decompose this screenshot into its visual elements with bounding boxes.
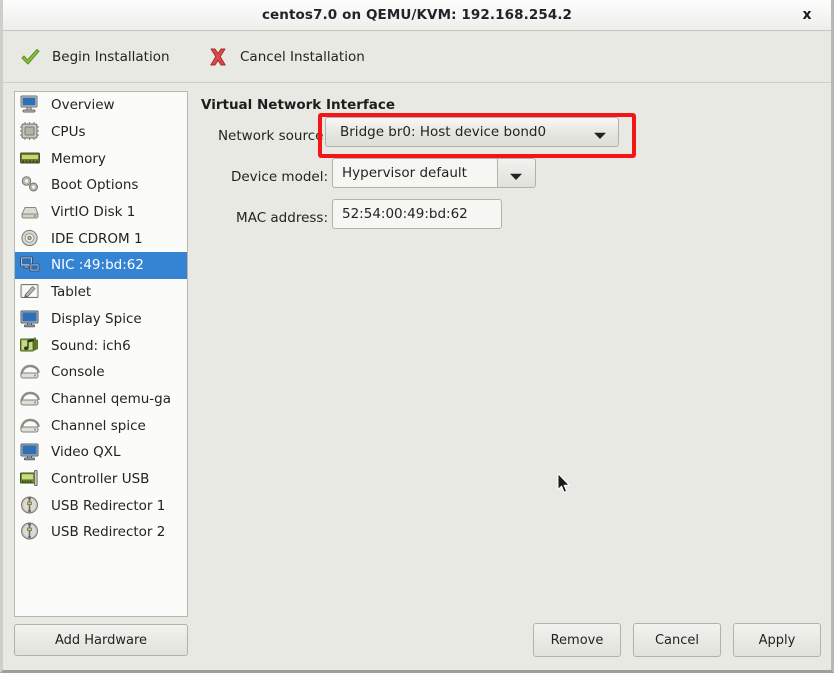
window-title: centos7.0 on QEMU/KVM: 192.168.254.2 xyxy=(261,7,573,23)
device-model-dropdown-button[interactable] xyxy=(498,158,536,188)
x-mark-icon xyxy=(207,46,229,68)
usb-icon xyxy=(19,521,43,543)
mac-address-label: MAC address: xyxy=(236,210,328,226)
sidebar-item-sound-ich6[interactable]: Sound: ich6 xyxy=(15,332,187,359)
sidebar-item-label: Sound: ich6 xyxy=(51,337,131,354)
usb-icon xyxy=(19,495,43,517)
begin-installation-label: Begin Installation xyxy=(52,48,170,65)
sidebar-item-label: NIC :49:bd:62 xyxy=(51,257,144,274)
mac-address-input[interactable]: 52:54:00:49:bd:62 xyxy=(332,199,502,229)
virt-manager-window: centos7.0 on QEMU/KVM: 192.168.254.2 x B… xyxy=(0,0,834,673)
add-hardware-button[interactable]: Add Hardware xyxy=(14,624,188,656)
check-icon xyxy=(19,46,41,68)
sidebar-item-channel-spice[interactable]: Channel spice xyxy=(15,412,187,439)
sidebar-item-label: Console xyxy=(51,364,105,381)
nic-detail-panel: Virtual Network Interface Network source… xyxy=(201,91,827,611)
sidebar-item-label: Channel qemu-ga xyxy=(51,390,172,407)
gears-icon xyxy=(19,174,43,196)
close-icon[interactable]: x xyxy=(789,0,825,30)
sidebar-item-ide-cdrom-1[interactable]: IDE CDROM 1 xyxy=(15,225,187,252)
apply-button[interactable]: Apply xyxy=(733,623,821,657)
sidebar-item-label: Video QXL xyxy=(51,444,121,461)
apply-button-label: Apply xyxy=(758,632,796,648)
cancel-installation-label: Cancel Installation xyxy=(240,48,365,65)
sidebar-item-label: Display Spice xyxy=(51,310,142,327)
sidebar-item-usb-redirector-1[interactable]: USB Redirector 1 xyxy=(15,492,187,519)
sidebar-item-label: USB Redirector 1 xyxy=(51,497,166,514)
network-source-select[interactable]: Bridge br0: Host device bond0 xyxy=(325,117,619,147)
sidebar-item-label: USB Redirector 2 xyxy=(51,524,166,541)
sidebar-item-label: Controller USB xyxy=(51,470,150,487)
network-card-icon xyxy=(19,254,43,276)
sidebar-item-cpus[interactable]: CPUs xyxy=(15,119,187,146)
device-model-value: Hypervisor default xyxy=(342,165,467,181)
memory-icon xyxy=(19,148,43,170)
mac-address-value: 52:54:00:49:bd:62 xyxy=(342,206,468,222)
sidebar-item-nic-49-bd-62[interactable]: NIC :49:bd:62 xyxy=(15,252,187,279)
sidebar-item-label: IDE CDROM 1 xyxy=(51,230,143,247)
hard-disk-icon xyxy=(19,201,43,223)
sidebar-item-display-spice[interactable]: Display Spice xyxy=(15,306,187,333)
monitor-icon xyxy=(19,94,43,116)
device-model-label: Device model: xyxy=(230,169,328,185)
sidebar-item-label: CPUs xyxy=(51,124,86,141)
sidebar-item-video-qxl[interactable]: Video QXL xyxy=(15,439,187,466)
remove-button[interactable]: Remove xyxy=(533,623,621,657)
cancel-installation-button[interactable]: Cancel Installation xyxy=(201,31,371,82)
display-icon xyxy=(19,308,43,330)
sidebar-item-label: Overview xyxy=(51,97,115,114)
network-source-value: Bridge br0: Host device bond0 xyxy=(340,124,547,140)
sidebar-item-label: VirtIO Disk 1 xyxy=(51,204,136,221)
begin-installation-button[interactable]: Begin Installation xyxy=(13,31,176,82)
sidebar-item-usb-redirector-2[interactable]: USB Redirector 2 xyxy=(15,519,187,546)
hardware-list[interactable]: Overview CPUs Memory Boot Options VirtIO Dis… xyxy=(14,91,188,617)
display-icon xyxy=(19,441,43,463)
tablet-pen-icon xyxy=(19,281,43,303)
toolbar: Begin Installation Cancel Installation xyxy=(3,31,831,83)
sound-note-icon xyxy=(19,335,43,357)
cancel-button-label: Cancel xyxy=(654,632,700,648)
sidebar-item-virtio-disk-1[interactable]: VirtIO Disk 1 xyxy=(15,199,187,226)
sidebar-item-label: Memory xyxy=(51,150,106,167)
sidebar-item-controller-usb[interactable]: Controller USB xyxy=(15,466,187,493)
sidebar-item-tablet[interactable]: Tablet xyxy=(15,279,187,306)
title-bar: centos7.0 on QEMU/KVM: 192.168.254.2 x xyxy=(3,0,831,31)
sidebar-item-label: Channel spice xyxy=(51,417,146,434)
console-icon xyxy=(19,388,43,410)
cdrom-icon xyxy=(19,228,43,250)
controller-card-icon xyxy=(19,468,43,490)
chevron-down-icon xyxy=(510,170,522,185)
remove-button-label: Remove xyxy=(550,632,604,648)
network-source-label: Network source: xyxy=(217,128,328,144)
device-model-input[interactable]: Hypervisor default xyxy=(332,158,498,188)
cpu-chip-icon xyxy=(19,121,43,143)
page-title: Virtual Network Interface xyxy=(201,97,396,113)
sidebar-item-label: Tablet xyxy=(51,284,92,301)
sidebar-item-console[interactable]: Console xyxy=(15,359,187,386)
sidebar-item-boot-options[interactable]: Boot Options xyxy=(15,172,187,199)
console-icon xyxy=(19,361,43,383)
add-hardware-label: Add Hardware xyxy=(54,632,148,648)
sidebar-item-label: Boot Options xyxy=(51,177,139,194)
sidebar-item-memory[interactable]: Memory xyxy=(15,145,187,172)
sidebar-item-channel-qemu-ga[interactable]: Channel qemu-ga xyxy=(15,386,187,413)
sidebar-item-overview[interactable]: Overview xyxy=(15,92,187,119)
console-icon xyxy=(19,415,43,437)
chevron-down-icon xyxy=(594,129,606,144)
cancel-button[interactable]: Cancel xyxy=(633,623,721,657)
